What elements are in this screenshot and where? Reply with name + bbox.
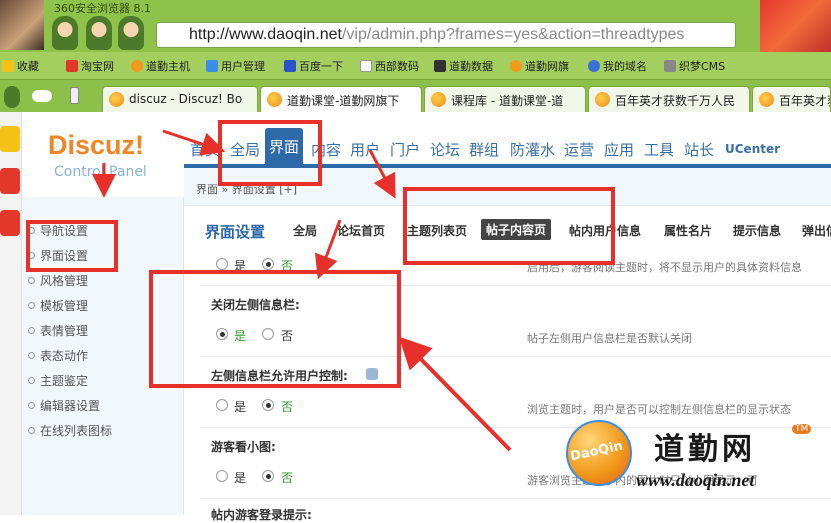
arrow	[398, 336, 512, 452]
arrow	[314, 219, 342, 280]
watermark-url: www.daoqin.net	[636, 470, 755, 490]
watermark-tm: TM	[792, 424, 812, 434]
arrow	[368, 149, 396, 199]
watermark-brand: 道勤网	[654, 432, 756, 467]
arrow	[162, 129, 226, 156]
